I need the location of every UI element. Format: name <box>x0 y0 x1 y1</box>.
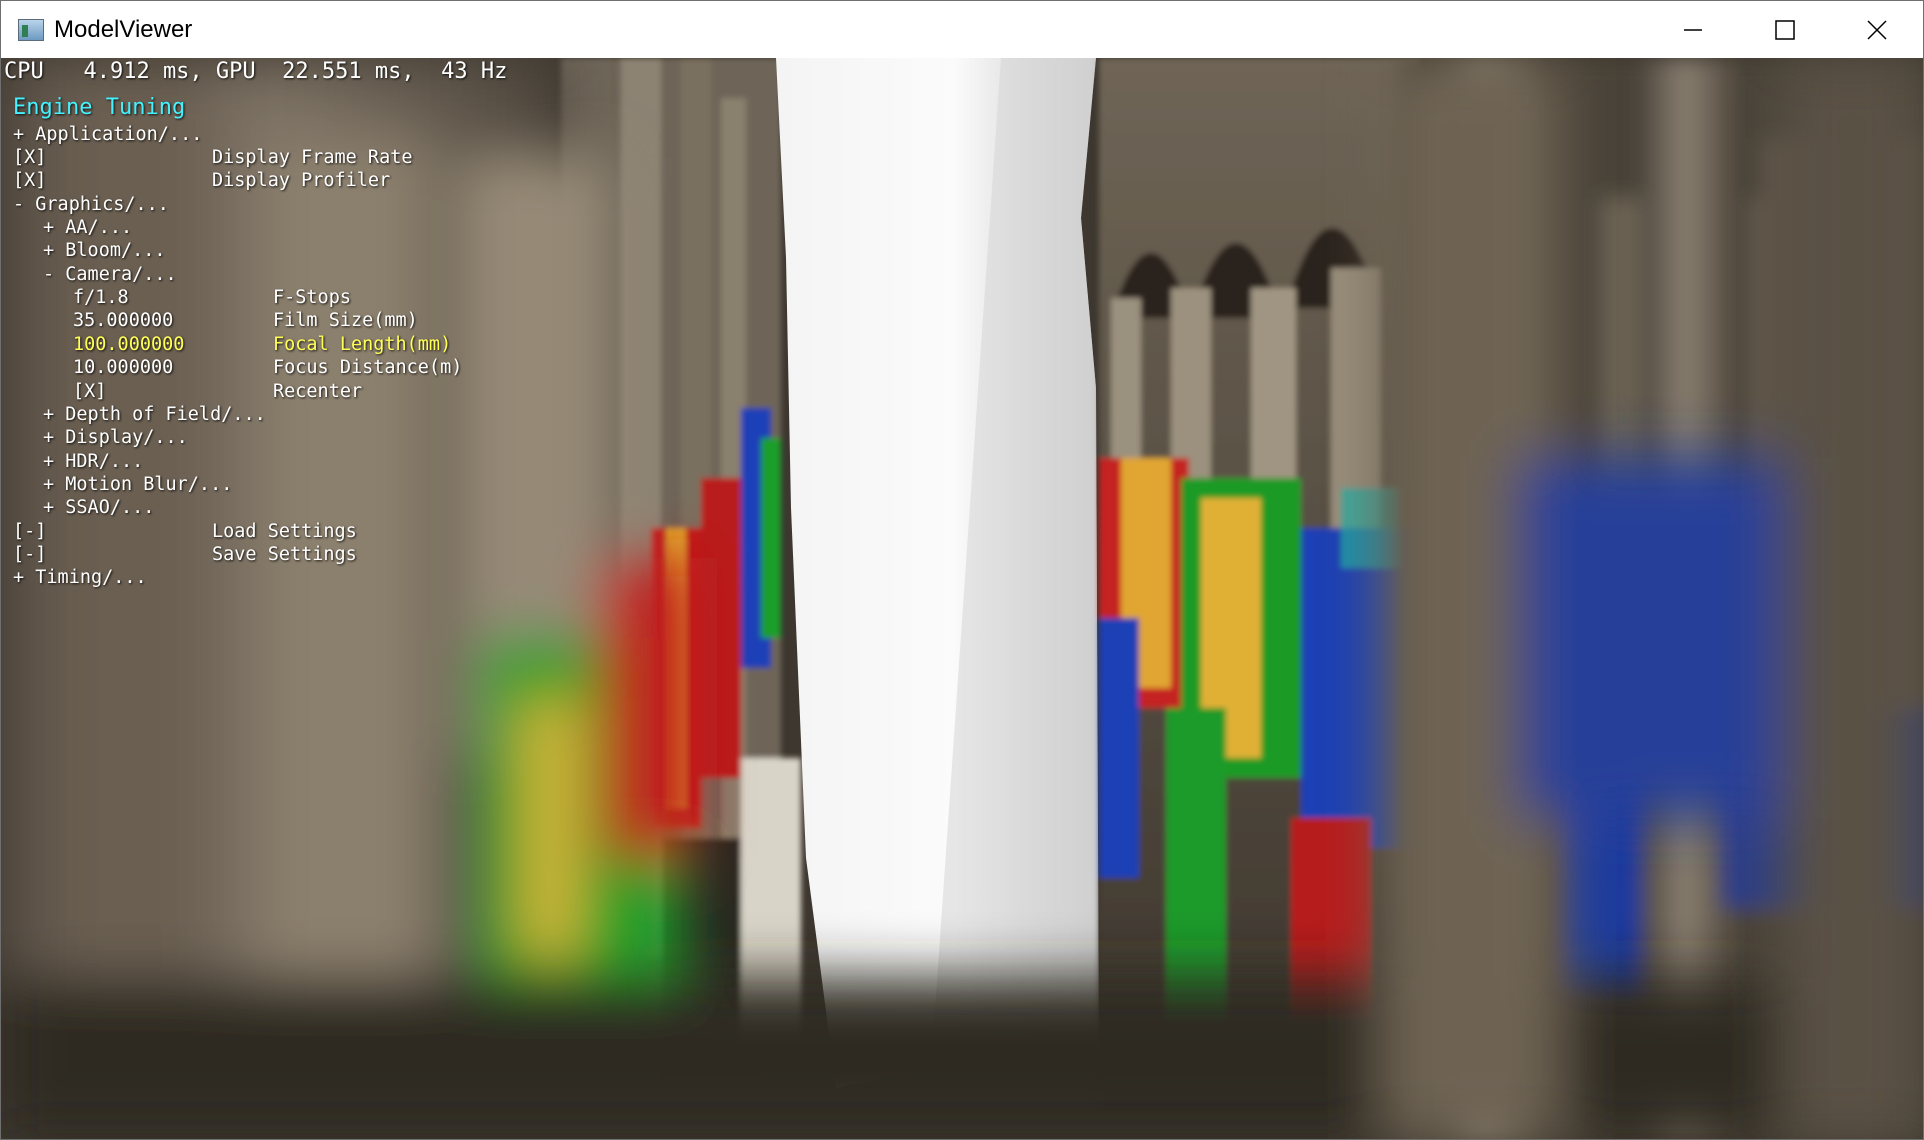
setting-value: f/1.8 <box>73 287 129 308</box>
menu-title: Engine Tuning <box>13 95 186 120</box>
title-bar[interactable]: ModelViewer <box>1 1 1923 58</box>
close-button[interactable] <box>1831 1 1923 58</box>
action-marker: [-] <box>13 521 47 542</box>
window-controls <box>1647 1 1923 58</box>
menu-item-label: Recenter <box>273 381 363 402</box>
app-window: ModelViewer CPU 4.912 ms, GPU 22.551 ms,… <box>0 0 1924 1140</box>
setting-value: 35.000000 <box>73 310 174 331</box>
minimize-button[interactable] <box>1647 1 1739 58</box>
setting-value: 10.000000 <box>73 357 174 378</box>
setting-value: 100.000000 <box>73 334 185 355</box>
engine-tuning-overlay: CPU 4.912 ms, GPU 22.551 ms, 43 Hz Engin… <box>1 58 1923 1139</box>
menu-item-label: Display Profiler <box>212 170 391 191</box>
maximize-icon <box>1775 19 1795 40</box>
menu-item-label: Focal Length(mm) <box>273 334 452 355</box>
menu-item-timing[interactable]: + Timing/... <box>13 566 147 635</box>
window-title: ModelViewer <box>54 15 193 43</box>
perf-readout: CPU 4.912 ms, GPU 22.551 ms, 43 Hz <box>4 59 508 84</box>
menu-item-label: Film Size(mm) <box>273 310 418 331</box>
close-icon <box>1867 19 1887 40</box>
menu-item-label: Save Settings <box>212 544 357 565</box>
toggle-value: [X] <box>13 147 47 168</box>
minimize-icon <box>1684 28 1702 31</box>
menu-item-label: Focus Distance(m) <box>273 357 463 378</box>
maximize-button[interactable] <box>1739 1 1831 58</box>
action-marker: [-] <box>13 544 47 565</box>
app-icon <box>18 18 44 41</box>
menu-item-label: Display Frame Rate <box>212 147 413 168</box>
toggle-value: [X] <box>13 170 47 191</box>
menu-item-label: F-Stops <box>273 287 351 308</box>
menu-item-label: Load Settings <box>212 521 357 542</box>
toggle-value: [X] <box>73 381 107 402</box>
